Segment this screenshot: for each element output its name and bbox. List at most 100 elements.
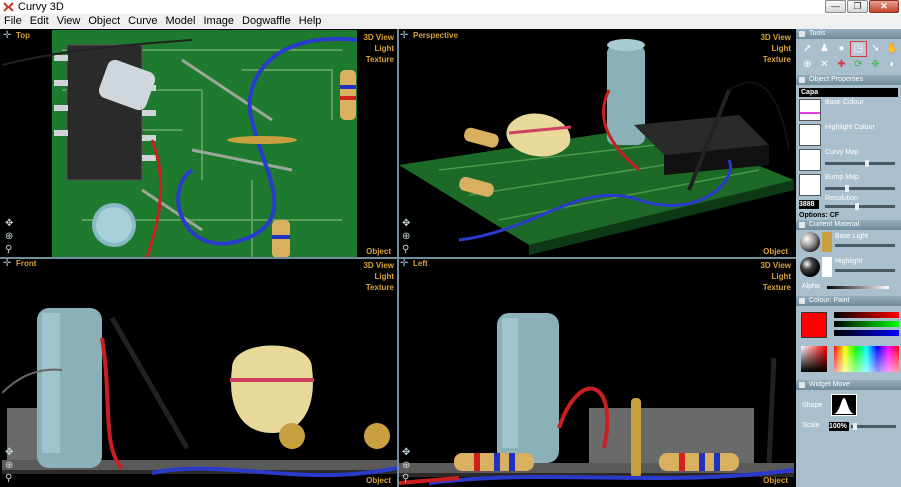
viewport-splitter-horizontal[interactable] <box>0 257 796 259</box>
bump-map-swatch[interactable] <box>799 174 821 196</box>
pan-icon[interactable]: ✥ <box>402 219 410 229</box>
resolution-slider[interactable] <box>825 203 895 210</box>
shape-row: Shape <box>799 394 898 418</box>
base-light-slider[interactable] <box>835 244 895 247</box>
viewport-mode[interactable]: Object <box>366 247 391 256</box>
option-3d-view[interactable]: 3D View <box>363 260 394 271</box>
widget-move-header[interactable]: Widget Move <box>796 380 901 390</box>
colour-spectrum[interactable] <box>834 346 899 372</box>
viewport-nav-icons: ✥ ⊕ ⚲ <box>5 219 13 255</box>
zoom-icon[interactable]: ⚲ <box>5 474 13 484</box>
menu-object[interactable]: Object <box>84 14 124 29</box>
menu-file[interactable]: File <box>0 14 26 29</box>
base-colour-swatch[interactable] <box>799 99 821 121</box>
red-channel-bar[interactable] <box>834 312 899 318</box>
scale-slider[interactable] <box>851 423 896 430</box>
viewport-left[interactable]: ✛ Left 3D View Light Texture ✥ ⊕ ⚲ Objec… <box>399 258 794 487</box>
pan-icon[interactable]: ✥ <box>5 219 13 229</box>
arrow-icon[interactable]: ➘ <box>868 42 883 56</box>
current-colour-swatch[interactable] <box>801 312 827 338</box>
move-red-icon[interactable]: ✚ <box>834 58 849 72</box>
crosshair-icon[interactable]: ⊕ <box>800 58 815 72</box>
viewport-mode[interactable]: Object <box>763 476 788 485</box>
pan-icon[interactable]: ✥ <box>402 448 410 458</box>
option-3d-view[interactable]: 3D View <box>363 32 394 43</box>
option-light[interactable]: Light <box>760 43 791 54</box>
base-light-swatch[interactable] <box>822 232 832 252</box>
viewport-perspective[interactable]: ✛ Perspective 3D View Light Texture ✥ ⊕ … <box>399 30 794 258</box>
curvy-map-slider[interactable] <box>825 160 895 167</box>
alpha-label: Alpha <box>802 283 820 290</box>
select-box-icon[interactable]: ◳ <box>850 41 867 57</box>
viewport-front[interactable]: ✛ Front 3D View Light Texture ✥ ⊕ ⚲ Obje… <box>2 258 397 487</box>
highlight-sphere-icon[interactable] <box>800 257 820 277</box>
viewport-mode[interactable]: Object <box>366 476 391 485</box>
option-texture[interactable]: Texture <box>760 282 791 293</box>
app-window: Curvy 3D — ❐ ✕ File Edit View Object Cur… <box>0 0 901 487</box>
minimize-button[interactable]: — <box>825 0 846 13</box>
alpha-slider[interactable] <box>827 286 889 289</box>
viewport-maximize-icon[interactable]: ✛ <box>400 259 408 269</box>
viewport-maximize-icon[interactable]: ✛ <box>400 31 408 41</box>
highlight-colour-swatch[interactable] <box>799 124 821 146</box>
menu-model[interactable]: Model <box>162 14 200 29</box>
viewport-maximize-icon[interactable]: ✛ <box>3 259 11 269</box>
move-green-icon[interactable]: ✥ <box>868 58 883 72</box>
menu-help[interactable]: Help <box>295 14 326 29</box>
colour-header[interactable]: Colour: Paint <box>796 296 901 306</box>
menu-image[interactable]: Image <box>199 14 238 29</box>
mirror-icon[interactable]: ◐ <box>885 58 900 72</box>
menu-dogwaffle[interactable]: Dogwaffle <box>238 14 295 29</box>
blue-channel-bar[interactable] <box>834 330 899 336</box>
shade-square[interactable] <box>801 346 827 372</box>
viewport-maximize-icon[interactable]: ✛ <box>3 31 11 41</box>
orbit-icon[interactable]: ⊕ <box>402 232 410 242</box>
option-texture[interactable]: Texture <box>363 282 394 293</box>
figure-icon[interactable]: ♟ <box>817 42 832 56</box>
zoom-icon[interactable]: ⚲ <box>402 474 410 484</box>
green-channel-bar[interactable] <box>834 321 899 327</box>
viewport-name: Left <box>413 259 428 268</box>
point-icon[interactable]: ● <box>834 42 849 56</box>
object-name-field[interactable]: Capa 1 <box>799 88 898 97</box>
zoom-icon[interactable]: ⚲ <box>5 245 13 255</box>
options-label[interactable]: Options: CF <box>799 212 898 219</box>
resolution-value[interactable]: 3888 <box>799 200 819 209</box>
base-light-sphere-icon[interactable] <box>800 232 820 252</box>
select-arrow-icon[interactable]: ➚ <box>800 42 815 56</box>
menu-curve[interactable]: Curve <box>124 14 161 29</box>
option-light[interactable]: Light <box>363 271 394 282</box>
option-3d-view[interactable]: 3D View <box>760 32 791 43</box>
current-material-header[interactable]: Current Material <box>796 220 901 230</box>
rotate-icon[interactable]: ⟳ <box>851 58 866 72</box>
option-texture[interactable]: Texture <box>363 54 394 65</box>
zoom-icon[interactable]: ⚲ <box>402 245 410 255</box>
option-light[interactable]: Light <box>760 271 791 282</box>
menu-view[interactable]: View <box>53 14 85 29</box>
close-button[interactable]: ✕ <box>869 0 899 13</box>
viewport-mode[interactable]: Object <box>763 247 788 256</box>
falloff-shape-preview[interactable] <box>831 394 857 416</box>
option-3d-view[interactable]: 3D View <box>760 260 791 271</box>
maximize-button[interactable]: ❐ <box>847 0 868 13</box>
highlight-row: Highlight <box>799 257 898 280</box>
pan-icon[interactable]: ✥ <box>5 448 13 458</box>
highlight-swatch[interactable] <box>822 257 832 277</box>
hand-icon[interactable]: ✋ <box>885 42 900 56</box>
scale-value[interactable]: 100% <box>829 422 849 431</box>
highlight-slider[interactable] <box>835 269 895 272</box>
base-colour-label: Base Colour <box>825 99 864 106</box>
orbit-icon[interactable]: ⊕ <box>402 461 410 471</box>
orbit-icon[interactable]: ⊕ <box>5 461 13 471</box>
option-light[interactable]: Light <box>363 43 394 54</box>
viewport-area: ✛ Top 3D View Light Texture ✥ ⊕ ⚲ Object <box>0 29 796 487</box>
orbit-icon[interactable]: ⊕ <box>5 232 13 242</box>
tools-header[interactable]: Tools <box>796 29 901 39</box>
menu-edit[interactable]: Edit <box>26 14 53 29</box>
scale-icon[interactable]: ✕ <box>817 58 832 72</box>
option-texture[interactable]: Texture <box>760 54 791 65</box>
viewport-top[interactable]: ✛ Top 3D View Light Texture ✥ ⊕ ⚲ Object <box>2 30 397 258</box>
bump-map-slider[interactable] <box>825 185 895 192</box>
curvy-map-swatch[interactable] <box>799 149 821 171</box>
object-properties-header[interactable]: Object Properties <box>796 75 901 85</box>
